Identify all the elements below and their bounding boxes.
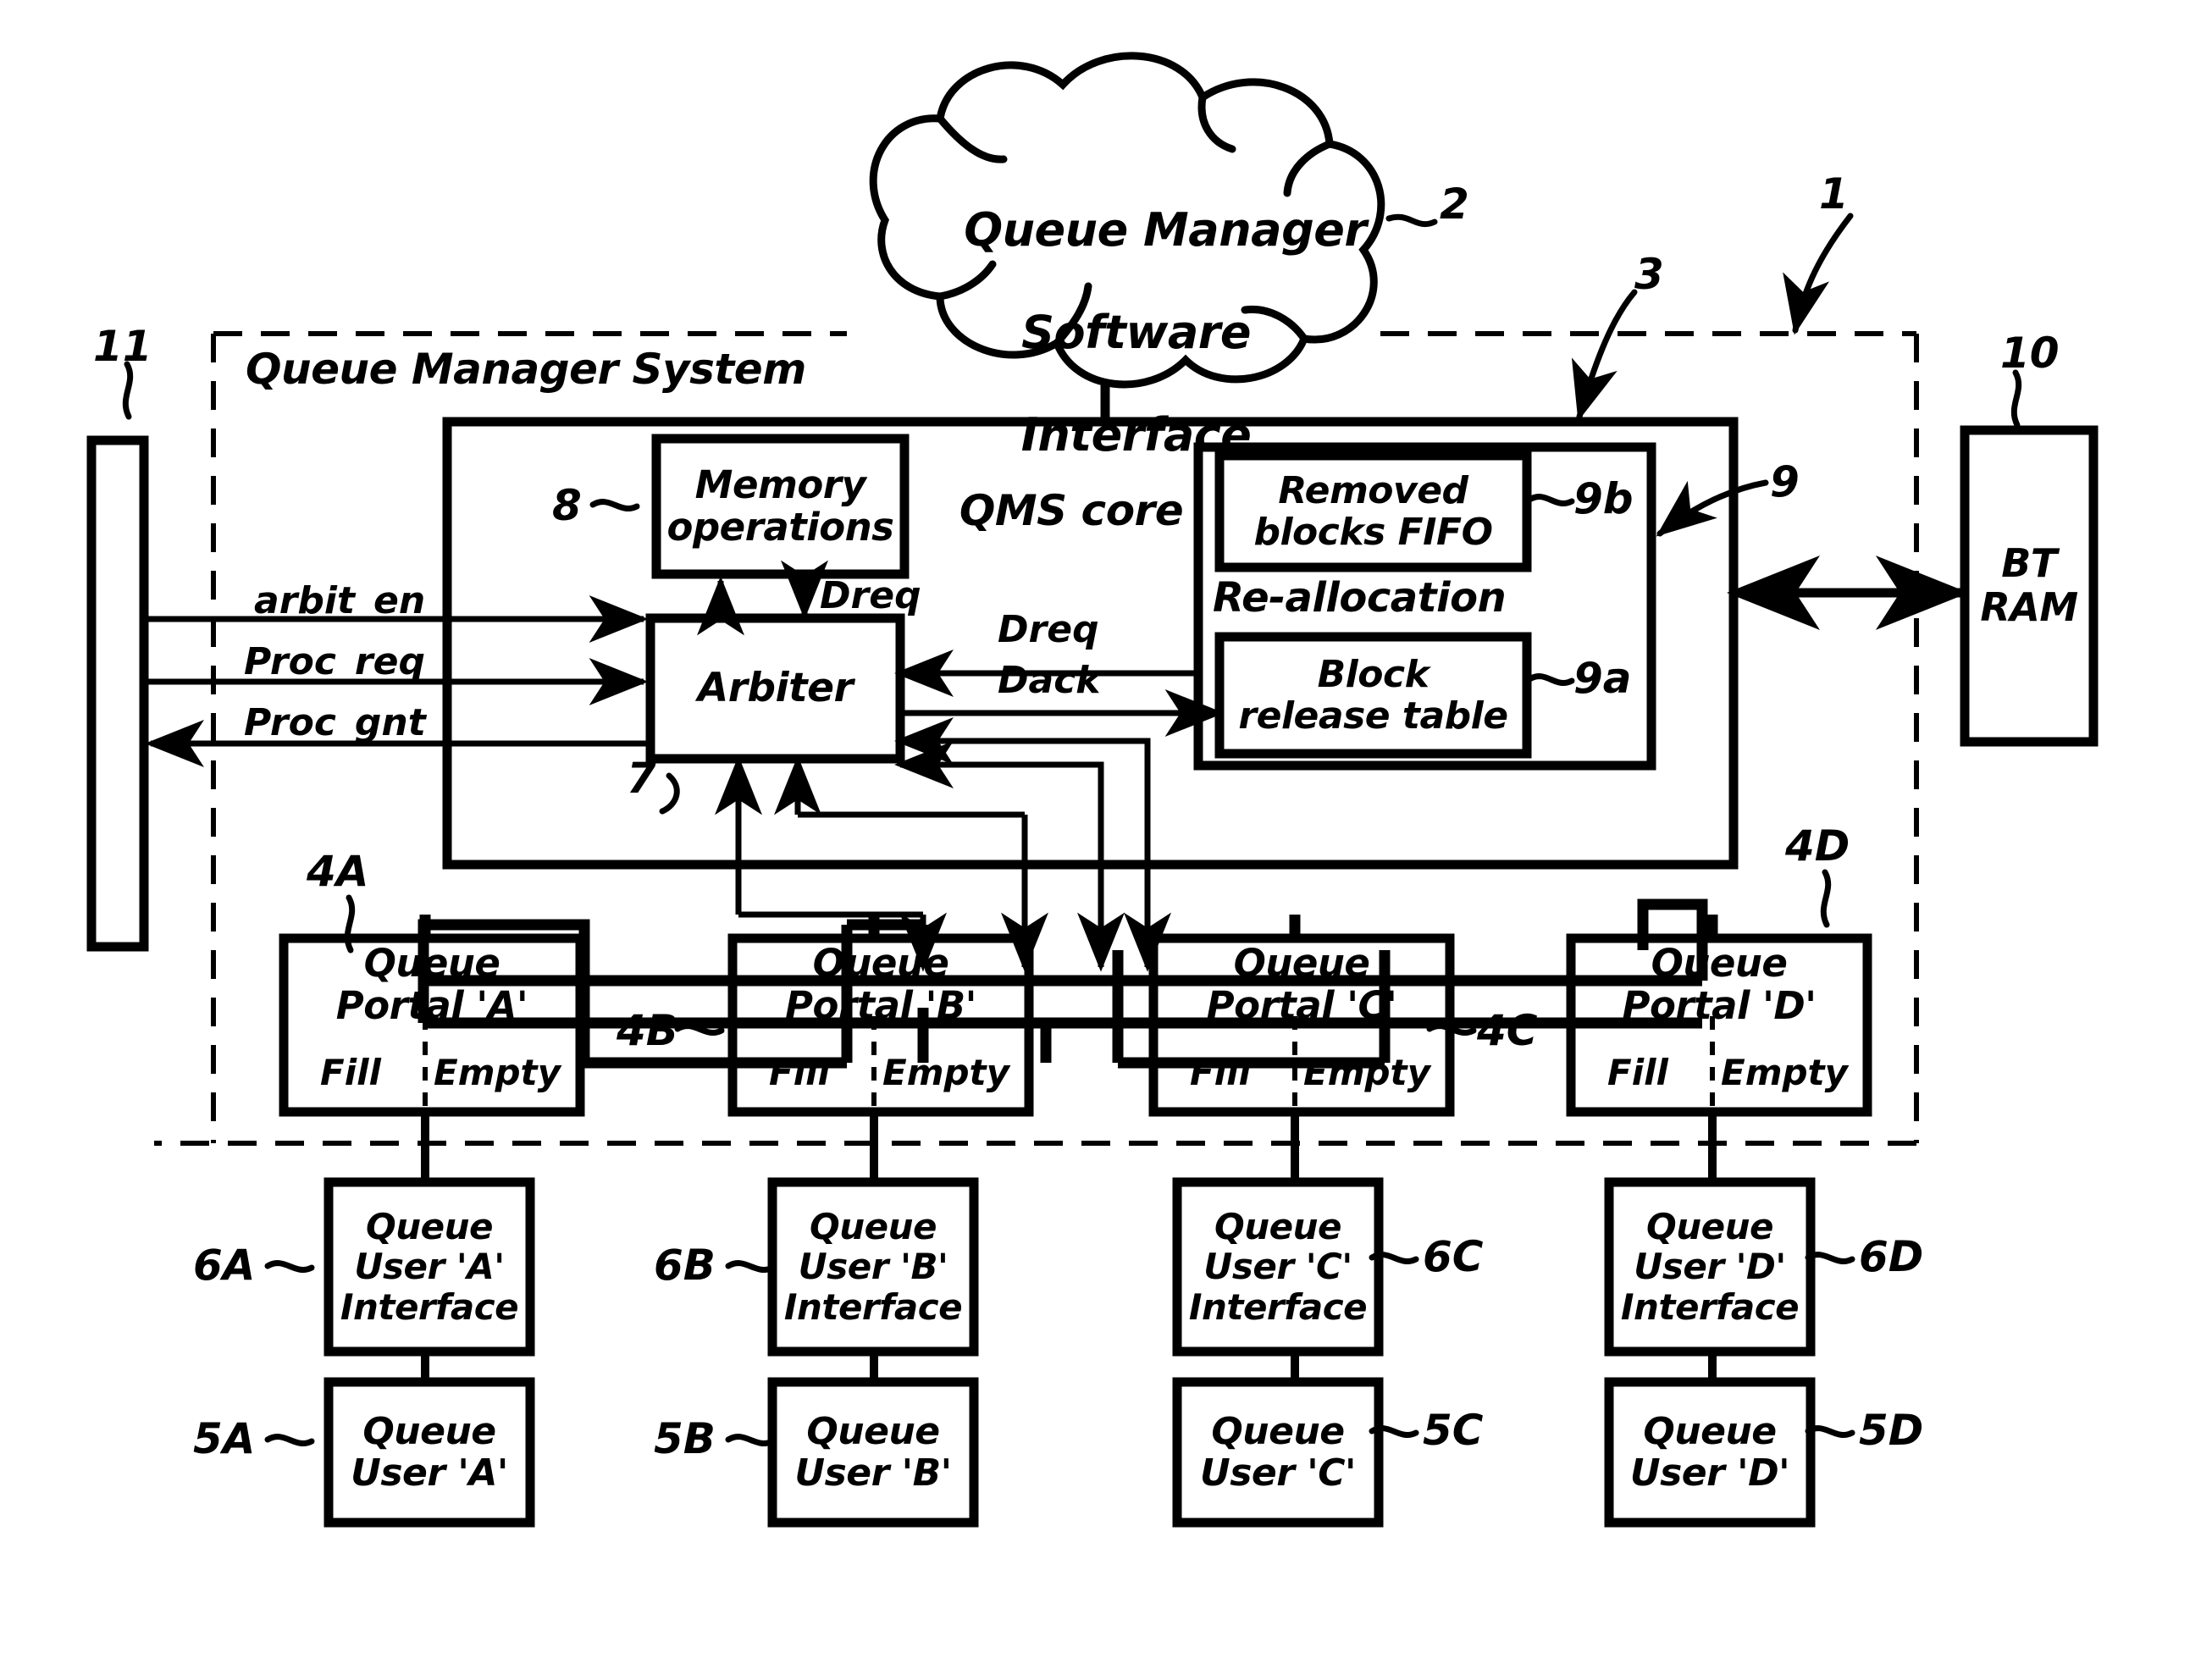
ref-4A: 4A [307, 847, 369, 896]
dack-core-label: Dack [998, 659, 1101, 702]
portal-top-stubs [419, 915, 1718, 938]
ref-6C: 6C [1423, 1232, 1484, 1281]
ref-2: 2 [1440, 180, 1469, 229]
portal-b-empty-label: Empty [882, 1052, 1009, 1093]
ref-6A: 6A [193, 1241, 256, 1290]
queue-user-d-label: Queue User 'D' [1629, 1409, 1790, 1495]
queue-user-boxes [324, 1377, 1816, 1528]
proc-gnt-label: Proc_gnt [244, 701, 426, 744]
queue-user-interface-boxes [324, 1177, 1816, 1357]
queue-manager-system-title: Queue Manager System [246, 345, 806, 394]
memory-operations-label: Memory operations [666, 462, 894, 550]
cloud-line-1: Queue Manager [964, 203, 1367, 257]
ref-5C: 5C [1423, 1406, 1484, 1455]
queue-user-b-interface-label: Queue User 'B' Interface [783, 1206, 963, 1328]
dreq-core-label: Dreq [998, 608, 1099, 651]
interface-to-user-wires [421, 1352, 1717, 1382]
ref-6D: 6D [1859, 1232, 1924, 1281]
reallocation-title: Re-allocation [1213, 574, 1507, 622]
ref-4D: 4D [1785, 821, 1850, 871]
ref-4B: 4B [617, 1006, 678, 1055]
cloud-line-3: Interface [1020, 408, 1252, 462]
portal-a-empty-label: Empty [434, 1052, 561, 1093]
bt-ram-label: BT RAM [1980, 540, 2078, 630]
ref-9b: 9b [1573, 474, 1634, 523]
arbiter-label: Arbiter [697, 664, 854, 711]
queue-user-d-interface-label: Queue User 'D' Interface [1620, 1206, 1800, 1328]
queue-portal-a-label: Queue Portal 'A' [335, 940, 528, 1028]
portal-d-fill-label: Fill [1607, 1052, 1668, 1093]
patent-figure-canvas: Queue Manager Software Interface Queue M… [0, 0, 2212, 1653]
ref-10: 10 [2000, 329, 2060, 378]
ref-5D: 5D [1859, 1406, 1924, 1455]
ref-9a: 9a [1573, 654, 1632, 703]
cloud-line-2: Software [1021, 306, 1252, 360]
queue-portal-d-label: Queue Portal 'D' [1622, 940, 1817, 1028]
qms-core-title: QMS core [959, 486, 1184, 535]
portal-feeder-lines [418, 898, 1708, 967]
core-internal-links [894, 650, 1225, 881]
portal-to-interface-wires [421, 1112, 1717, 1182]
ref-5A: 5A [193, 1414, 256, 1463]
queue-user-c-interface-label: Queue User 'C' Interface [1188, 1206, 1368, 1328]
portal-a-fill-label: Fill [320, 1052, 381, 1093]
proc-req-label: Proc_req [244, 640, 425, 683]
ref-8: 8 [552, 481, 582, 530]
portal-d-empty-label: Empty [1721, 1052, 1848, 1093]
ref-7: 7 [627, 754, 656, 803]
queue-user-a-interface-label: Queue User 'A' Interface [340, 1206, 519, 1328]
ref-3: 3 [1634, 250, 1664, 299]
queue-user-b-label: Queue User 'B' [794, 1409, 952, 1495]
ref-4C: 4C [1477, 1006, 1538, 1055]
ref-6B: 6B [654, 1241, 716, 1290]
ref-1: 1 [1819, 169, 1849, 218]
queue-portal-c-label: Queue Portal 'C' [1206, 940, 1397, 1028]
arbit-en-label: arbit_en [254, 579, 426, 622]
ref-9: 9 [1770, 457, 1800, 506]
ref-5B: 5B [654, 1414, 716, 1463]
queue-user-a-label: Queue User 'A' [351, 1409, 508, 1495]
portal-c-fill-label: Fill [1190, 1052, 1251, 1093]
queue-portal-b-label: Queue Portal 'B' [785, 940, 976, 1028]
ref-11: 11 [93, 322, 152, 371]
processor-bus-bar [86, 435, 149, 952]
dreq-memops-label: Dreq [820, 574, 921, 617]
portal-c-empty-label: Empty [1303, 1052, 1430, 1093]
memops-arbiter-links [697, 560, 828, 636]
queue-user-c-label: Queue User 'C' [1199, 1409, 1357, 1495]
removed-blocks-fifo-label: Removed blocks FIFO [1253, 468, 1493, 554]
portal-b-fill-label: Fill [769, 1052, 830, 1093]
block-release-table-label: Block release table [1238, 652, 1508, 738]
